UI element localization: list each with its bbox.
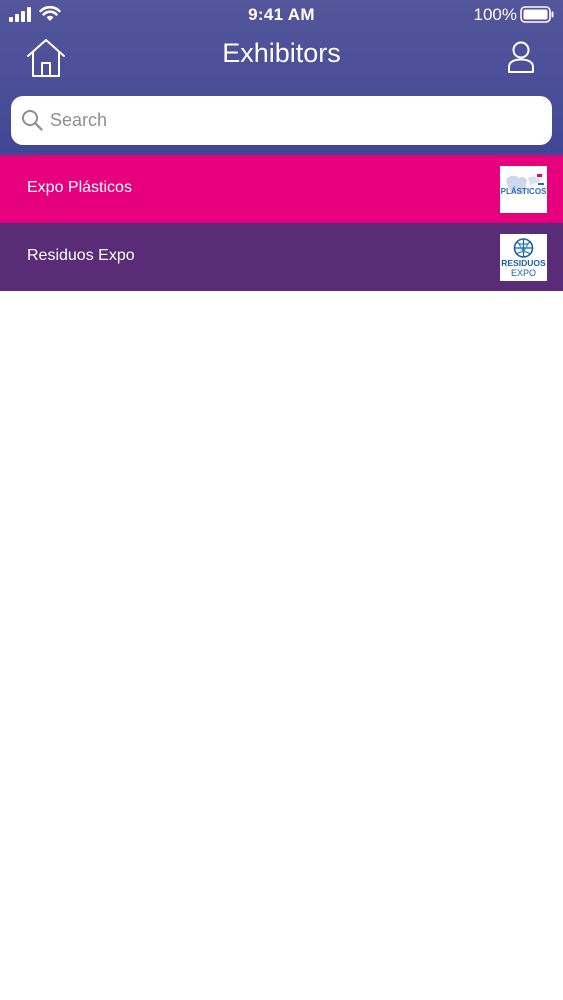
logo-text-1: RESIDUOS xyxy=(501,258,546,268)
exhibitor-label: Residuos Expo xyxy=(27,247,135,264)
exhibitor-row-expo-plasticos[interactable]: Expo Plásticos PLÁSTICOS xyxy=(0,155,563,223)
status-bar: 9:41 AM 100% xyxy=(0,0,563,30)
navbar: Exhibitors xyxy=(0,30,563,86)
exhibitor-row-residuos-expo[interactable]: Residuos Expo RESIDUOS EXPO xyxy=(0,223,563,291)
residuos-expo-logo: RESIDUOS EXPO xyxy=(500,234,547,281)
user-icon[interactable] xyxy=(507,40,535,74)
page-title: Exhibitors xyxy=(222,38,341,68)
expo-plasticos-logo: PLÁSTICOS xyxy=(500,166,547,213)
battery-icon xyxy=(520,6,554,23)
search-icon xyxy=(22,110,43,131)
residuos-expo-logo-graphic: RESIDUOS EXPO xyxy=(500,234,547,281)
search-input[interactable] xyxy=(50,96,540,145)
exhibitor-label: Expo Plásticos xyxy=(27,179,132,196)
logo-text: PLÁSTICOS xyxy=(501,187,547,196)
exhibitor-list: Expo Plásticos PLÁSTICOS Residuos Expo R… xyxy=(0,155,563,291)
expo-plasticos-logo-text: PLÁSTICOS xyxy=(501,187,547,196)
header: 9:41 AM 100% Exhibitors xyxy=(0,0,563,155)
battery-percent: 100% xyxy=(473,5,517,24)
search-bar[interactable] xyxy=(11,96,552,145)
logo-text-2: EXPO xyxy=(511,268,536,278)
